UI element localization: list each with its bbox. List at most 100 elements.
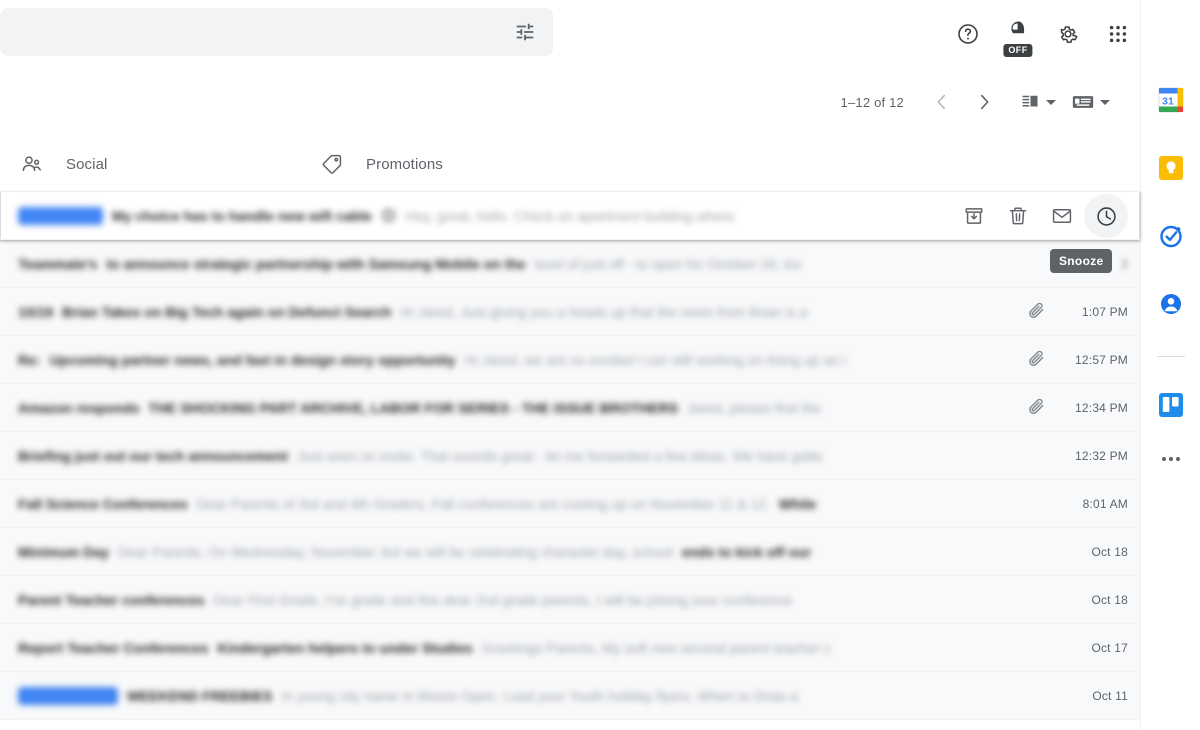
search-options-icon[interactable] [501, 8, 549, 56]
message-sender: Fall Science Conferences [18, 495, 188, 512]
message-row-right: 1:07 PM [1026, 288, 1140, 336]
tab-social-label: Social [66, 155, 108, 173]
chevron-down-icon [1046, 99, 1056, 105]
message-row[interactable]: Amazon responds THE SHOCKING PART ARCHIVE… [0, 384, 1140, 432]
list-toolbar: 1–12 of 12 [0, 68, 1140, 136]
message-row-right: Oct 11 [1056, 672, 1140, 720]
attachment-icon [1026, 348, 1046, 373]
search-bar[interactable] [0, 8, 553, 56]
message-sender: Amazon responds [18, 399, 140, 416]
side-panel: 31 [1140, 0, 1200, 730]
contacts-icon[interactable] [1153, 286, 1189, 322]
message-row-right: Oct 18 [1056, 576, 1140, 624]
attachment-icon [1026, 300, 1046, 325]
tasks-icon[interactable] [1153, 218, 1189, 254]
message-row[interactable]: Fall Science Conferences Dear Parents of … [0, 480, 1140, 528]
message-timestamp: 12:34 PM [1075, 401, 1128, 415]
message-sender: Re: [18, 351, 41, 368]
message-snippet: Hey, great, hello. Check on apartment bu… [405, 207, 735, 224]
message-subject: My choice has to handle new wifi cable [112, 207, 372, 224]
message-content: Mary Jones My choice has to handle new wi… [18, 206, 735, 225]
tag-icon [322, 154, 342, 174]
top-header: OFF [0, 0, 1200, 68]
more-options-icon[interactable] [1161, 457, 1180, 461]
archive-button[interactable] [952, 194, 996, 238]
message-row[interactable]: Minimum Day Dear Parents, On Wednesday, N… [0, 528, 1140, 576]
split-pane-toggle[interactable] [1020, 92, 1056, 112]
attachment-icon [1026, 396, 1046, 421]
message-row-right [952, 192, 1140, 240]
calendar-icon[interactable]: 31 [1153, 82, 1189, 118]
search-input[interactable] [0, 8, 501, 56]
message-row[interactable]: Re: Upcoming partner news, and fast in de… [0, 336, 1140, 384]
message-timestamp: 12:32 PM [1075, 449, 1128, 463]
svg-text:31: 31 [1162, 96, 1174, 108]
addon-board-icon[interactable] [1153, 387, 1189, 423]
message-content: Fall Science Conferences Dear Parents of … [18, 496, 816, 512]
tab-promotions[interactable]: Promotions [308, 136, 608, 192]
gmail-window: OFF 1–12 of 12 Social Promotions Mary Jo… [0, 0, 1200, 730]
message-timestamp: 8:01 AM [1082, 497, 1128, 511]
message-timestamp: 2 [1121, 257, 1128, 271]
off-badge-label: OFF [1003, 44, 1033, 57]
message-sender: Report Teacher Conferences [18, 639, 209, 656]
message-row[interactable]: Report Teacher Conferences Kindergarten h… [0, 624, 1140, 672]
message-content: Costa Kramer WEEKEND FREEBIES In young cit… [18, 686, 799, 705]
help-icon[interactable] [946, 12, 990, 56]
message-row[interactable]: Teammate's to announce strategic partners… [0, 240, 1140, 288]
message-snippet-bold: While [778, 495, 817, 512]
message-row-right: 12:57 PM [1026, 336, 1140, 384]
snooze-button[interactable] [1084, 194, 1128, 238]
message-sender: Minimum Day [18, 543, 110, 560]
message-snippet: In young city name in Moore Open. Load y… [281, 687, 799, 704]
message-row[interactable]: Parent Teacher conferences Dear First Gra… [0, 576, 1140, 624]
message-row-right: 2 [1056, 240, 1140, 288]
delete-button[interactable] [996, 194, 1040, 238]
message-snippet: Hi Jared, we are so excited I can still … [464, 351, 846, 368]
message-timestamp: Oct 11 [1092, 689, 1128, 703]
category-tabs: Social Promotions [0, 136, 1140, 193]
message-snippet: Dear Parents of 3rd and 4th Graders, Fal… [196, 495, 770, 512]
people-icon [22, 156, 41, 172]
message-subject: Upcoming partner news, and fast in desig… [49, 351, 456, 368]
message-content: Amazon responds THE SHOCKING PART ARCHIVE… [18, 400, 821, 416]
message-subject: Brian Takes on Big Tech again on Defunct… [62, 303, 392, 320]
message-row-right: Oct 18 [1056, 528, 1140, 576]
keep-icon[interactable] [1153, 150, 1189, 186]
input-tools-toggle[interactable] [1072, 93, 1110, 111]
tab-social[interactable]: Social [8, 136, 308, 192]
gear-icon[interactable] [1046, 12, 1090, 56]
message-row[interactable]: Costa Kramer WEEKEND FREEBIES In young cit… [0, 672, 1140, 720]
apps-grid-icon[interactable] [1096, 12, 1140, 56]
message-row[interactable]: 10/19 Brian Takes on Big Tech again on De… [0, 288, 1140, 336]
message-sender: 10/19 [18, 303, 54, 320]
message-timestamp: Oct 18 [1091, 593, 1128, 607]
chevron-down-icon [1100, 99, 1110, 105]
message-content: Minimum Day Dear Parents, On Wednesday, N… [18, 544, 811, 560]
pagination-range: 1–12 of 12 [840, 94, 904, 110]
keyboard-icon [1072, 96, 1094, 108]
message-row-right: 8:01 AM [1056, 480, 1140, 528]
message-snippet: Hi Jared, Just giving you a heads up tha… [400, 303, 808, 320]
message-row[interactable]: Briefing just out our tech announcement J… [0, 432, 1140, 480]
message-snippet: Dear First Grade, I've grade and this de… [213, 591, 793, 608]
chevron-right-icon[interactable] [964, 82, 1004, 122]
tab-promotions-label: Promotions [366, 155, 443, 173]
message-row[interactable]: Mary Jones My choice has to handle new wi… [0, 192, 1140, 240]
message-sender: Mary Jones [18, 206, 104, 225]
message-sender: Briefing just out our tech announcement [18, 447, 288, 464]
message-subject: Kindergarten helpers to under Studies [217, 639, 473, 656]
chevron-left-icon[interactable] [922, 82, 962, 122]
split-pane-icon [1022, 95, 1038, 107]
message-content: Teammate's to announce strategic partners… [18, 256, 801, 272]
message-timestamp: Oct 18 [1091, 545, 1128, 559]
message-content: Re: Upcoming partner news, and fast in de… [18, 352, 846, 368]
message-sender: Costa Kramer [18, 686, 118, 705]
message-content: Briefing just out our tech announcement J… [18, 448, 822, 464]
off-toggle-icon[interactable]: OFF [996, 12, 1040, 57]
message-sender: Parent Teacher conferences [18, 591, 205, 608]
message-timestamp: 1:07 PM [1081, 305, 1128, 319]
message-list: Mary Jones My choice has to handle new wi… [0, 192, 1140, 730]
message-snippet: Dear Parents, On Wednesday, November 3rd… [118, 543, 673, 560]
mark-unread-button[interactable] [1040, 194, 1084, 238]
